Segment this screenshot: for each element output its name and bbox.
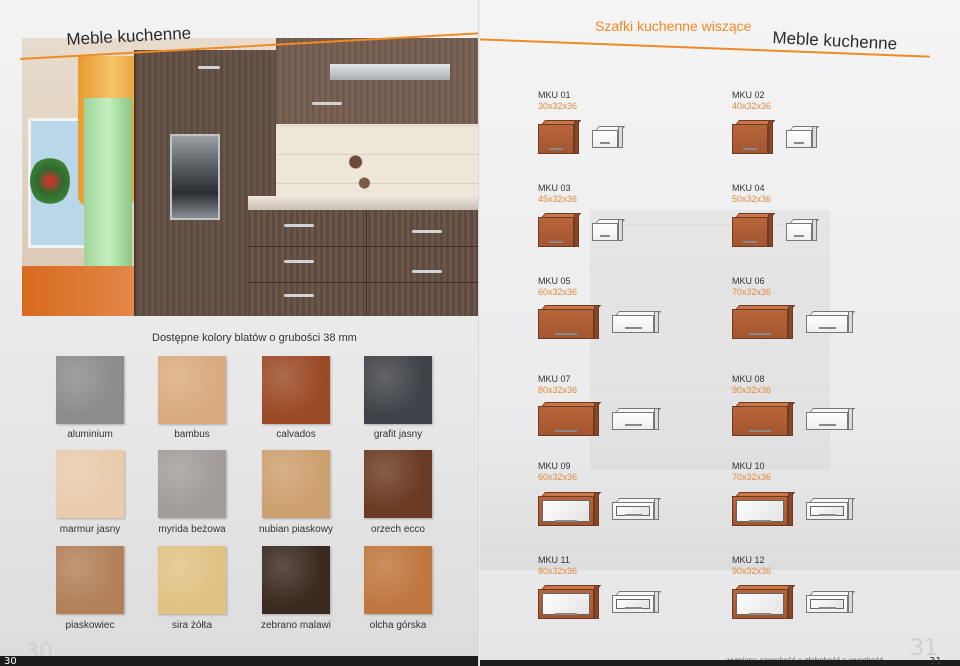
product-dimensions: 70x32x36: [732, 287, 772, 297]
product-dimensions: 40x32x36: [732, 101, 772, 111]
cabinet-diagram: [538, 402, 602, 437]
cabinet-front-diagram: [786, 219, 820, 242]
swatch-label: calvados: [276, 429, 316, 440]
left-page: Meble kuchenne Dostępne kolory blatów o …: [0, 0, 490, 666]
swatch-label: bambus: [174, 429, 210, 440]
swatch-label: olcha górska: [369, 620, 427, 631]
color-swatch: [364, 546, 432, 614]
swatch-label: marmur jasny: [59, 524, 121, 535]
color-swatch: [158, 546, 226, 614]
product-code: MKU 06: [732, 276, 765, 286]
product-dimensions: 30x32x36: [538, 101, 578, 111]
color-swatch: [56, 356, 124, 424]
product-code: MKU 11: [538, 555, 570, 565]
product-dimensions: 80x32x36: [538, 385, 578, 395]
product-code: MKU 10: [732, 461, 765, 471]
cabinet-diagram: [732, 585, 796, 620]
product-code: MKU 02: [732, 90, 765, 100]
swatch-label: zebrano malawi: [260, 620, 332, 631]
oven: [170, 134, 220, 220]
cabinet-front-diagram: [806, 408, 856, 431]
cabinet-front-diagram: [612, 311, 662, 334]
section-subtitle: Szafki kuchenne wiszące: [595, 18, 752, 34]
page-number: 30: [4, 656, 17, 666]
color-swatch: [262, 546, 330, 614]
product-code: MKU 09: [538, 461, 571, 471]
product-dimensions: 90x32x36: [732, 566, 772, 576]
swatch-label: piaskowiec: [65, 620, 115, 631]
cabinet-diagram: [732, 305, 796, 340]
cabinet-diagram: [732, 120, 776, 155]
cabinet-front-diagram: [806, 498, 856, 521]
footer-bar: [0, 656, 480, 666]
color-swatch: [364, 356, 432, 424]
cabinet-diagram: [538, 585, 602, 620]
swatch-label: sira żółta: [171, 620, 212, 631]
product-code: MKU 04: [732, 183, 765, 193]
color-swatch: [56, 546, 124, 614]
swatch-label: aluminium: [67, 429, 113, 440]
cabinet-front-diagram: [592, 219, 626, 242]
color-swatch: [158, 450, 226, 518]
swatch-label: nubian piaskowy: [259, 524, 333, 535]
cabinet-front-diagram: [612, 591, 662, 614]
color-swatch: [56, 450, 124, 518]
color-swatch: [262, 450, 330, 518]
cabinet-diagram: [538, 213, 582, 248]
product-dimensions: 50x32x36: [732, 194, 772, 204]
cabinet-front-diagram: [786, 126, 820, 149]
color-swatch: [364, 450, 432, 518]
product-code: MKU 12: [732, 555, 765, 565]
product-code: MKU 07: [538, 374, 571, 384]
product-dimensions: 45x32x36: [538, 194, 578, 204]
swatch-label: myrida beżowa: [158, 524, 226, 535]
product-dimensions: 80x32x36: [538, 566, 578, 576]
cabinet-diagram: [732, 492, 796, 527]
kitchen-photo: [22, 38, 480, 316]
cabinet-diagram: [732, 402, 796, 437]
page-number: 31: [929, 656, 942, 666]
swatch-label: orzech ecco: [371, 524, 425, 535]
color-swatch: [158, 356, 226, 424]
footer-bar: [480, 660, 960, 666]
cabinet-diagram: [732, 213, 776, 248]
range-hood: [330, 64, 450, 80]
product-code: MKU 08: [732, 374, 765, 384]
product-dimensions: 60x32x36: [538, 472, 578, 482]
cabinet-front-diagram: [806, 591, 856, 614]
product-dimensions: 90x32x36: [732, 385, 772, 395]
cabinet-diagram: [538, 120, 582, 155]
product-code: MKU 01: [538, 90, 571, 100]
cabinet-front-diagram: [806, 311, 856, 334]
cabinet-front-diagram: [592, 126, 626, 149]
color-swatch: [262, 356, 330, 424]
right-page: Szafki kuchenne wiszące Meble kuchenne M…: [480, 0, 960, 666]
product-code: MKU 05: [538, 276, 571, 286]
swatch-label: grafit jasny: [373, 429, 423, 440]
cabinet-diagram: [538, 492, 602, 527]
cabinet-diagram: [538, 305, 602, 340]
product-dimensions: 60x32x36: [538, 287, 578, 297]
cabinet-front-diagram: [612, 408, 662, 431]
cabinet-front-diagram: [612, 498, 662, 521]
countertop-colors-heading: Dostępne kolory blatów o grubości 38 mm: [152, 332, 357, 344]
product-code: MKU 03: [538, 183, 571, 193]
product-dimensions: 70x32x36: [732, 472, 772, 482]
